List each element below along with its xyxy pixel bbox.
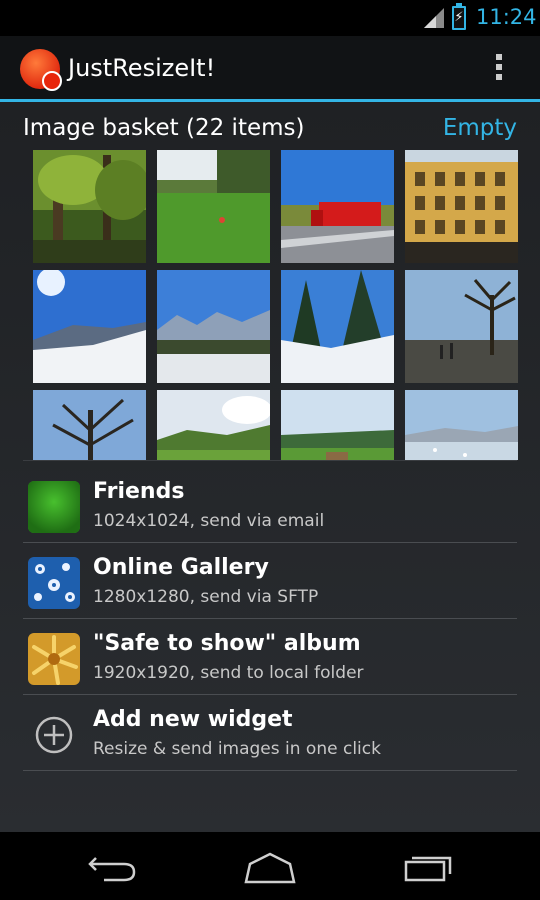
main-content: Image basket (22 items) Empty Friends 10… (0, 102, 540, 832)
add-new-widget-button[interactable]: Add new widget Resize & send images in o… (23, 695, 517, 771)
thumb-red-truck[interactable] (281, 150, 394, 263)
navigation-bar (0, 832, 540, 900)
add-circle-icon (35, 716, 73, 754)
thumb-snowy-mountain[interactable] (33, 270, 146, 383)
widget-title: Friends (93, 479, 185, 504)
widget-title: "Safe to show" album (93, 631, 361, 656)
app-title: JustResizeIt! (68, 54, 216, 82)
widget-online-gallery[interactable]: Online Gallery 1280x1280, send via SFTP (23, 543, 517, 619)
app-logo-icon[interactable] (20, 49, 62, 91)
thumb-cow-meadow[interactable] (281, 390, 394, 460)
empty-basket-button[interactable]: Empty (443, 115, 517, 141)
back-icon[interactable] (82, 846, 142, 886)
widget-subtitle: 1920x1920, send to local folder (93, 663, 364, 683)
widget-friends[interactable]: Friends 1024x1024, send via email (23, 467, 517, 543)
basket-title: Image basket (22 items) (23, 115, 305, 141)
widget-subtitle: Resize & send images in one click (93, 739, 381, 759)
action-bar: JustResizeIt! (0, 36, 540, 102)
recent-apps-icon[interactable] (398, 846, 458, 886)
widget-safe-to-show-album[interactable]: "Safe to show" album 1920x1920, send to … (23, 619, 517, 695)
overflow-menu-icon[interactable] (494, 54, 504, 84)
thumb-snowy-valley[interactable] (157, 270, 270, 383)
thumb-lake-swans[interactable] (405, 390, 518, 460)
battery-charging-icon: ⚡ (452, 3, 466, 30)
list-divider (23, 460, 517, 461)
thumb-bare-tree[interactable] (33, 390, 146, 460)
image-basket-grid (33, 150, 519, 460)
thumb-green-field[interactable] (157, 150, 270, 263)
home-icon[interactable] (240, 846, 300, 886)
yellow-flower-icon (28, 633, 80, 685)
thumb-lakeside-tree[interactable] (405, 270, 518, 383)
widget-subtitle: 1280x1280, send via SFTP (93, 587, 319, 607)
status-bar: ⚡ 11:24 (0, 0, 540, 36)
thumb-yellow-building[interactable] (405, 150, 518, 263)
thumb-snow-trees[interactable] (281, 270, 394, 383)
widget-title: Online Gallery (93, 555, 269, 580)
thumb-green-hills[interactable] (157, 390, 270, 460)
status-clock: 11:24 (476, 5, 537, 29)
thumb-forest[interactable] (33, 150, 146, 263)
widget-title: Add new widget (93, 707, 293, 732)
widget-subtitle: 1024x1024, send via email (93, 511, 325, 531)
signal-icon (424, 8, 444, 28)
green-grass-icon (28, 481, 80, 533)
blue-flowers-icon (28, 557, 80, 609)
